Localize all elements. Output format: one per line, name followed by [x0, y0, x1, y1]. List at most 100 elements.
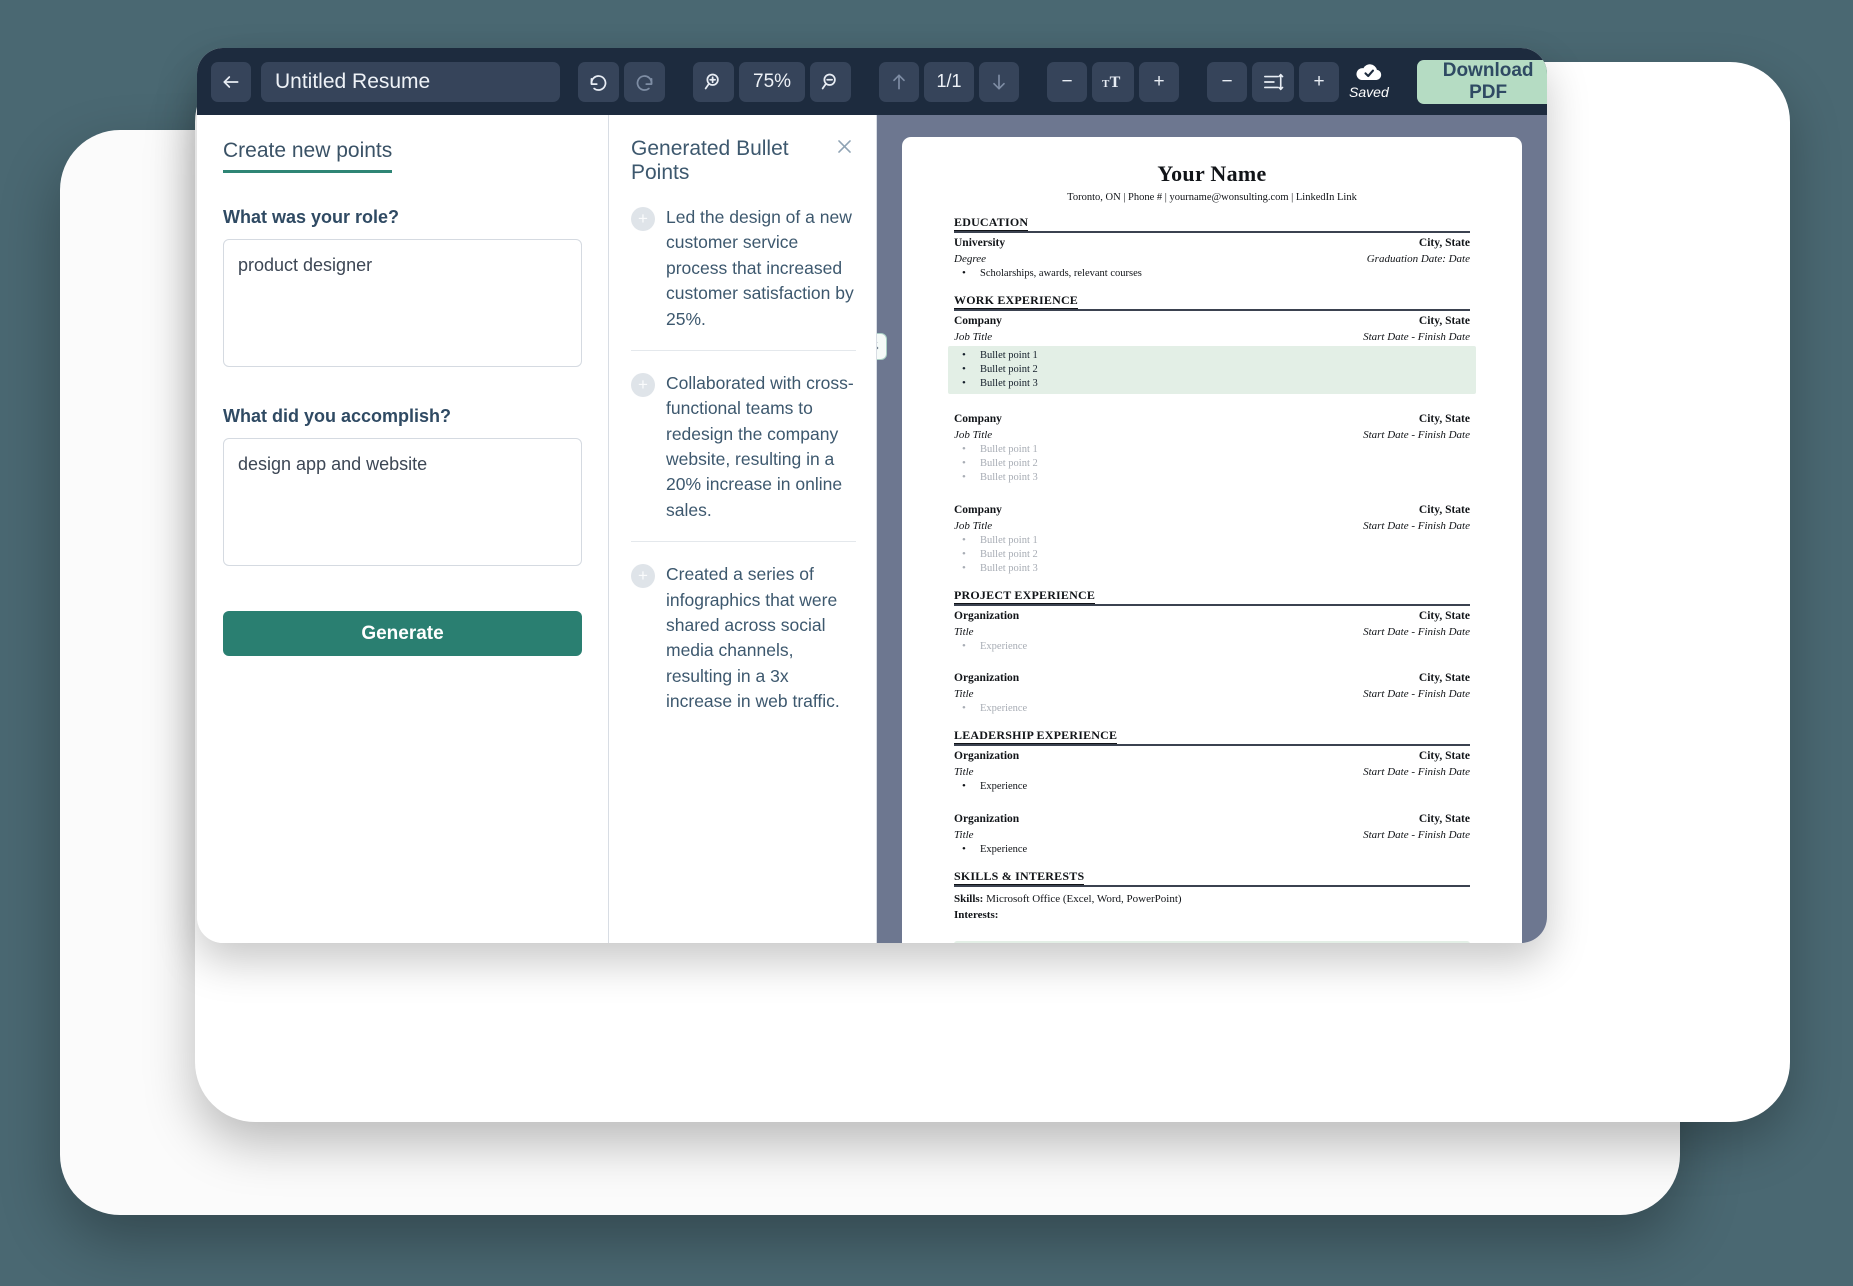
- work-row-1b: Job Title Start Date - Finish Date: [954, 331, 1470, 343]
- leadership-org: Organization: [954, 750, 1020, 763]
- education-row-1: University City, State: [954, 237, 1470, 249]
- project-location: City, State: [1418, 672, 1470, 685]
- list-item[interactable]: + Created a series of infographics that …: [631, 542, 856, 732]
- work-bullet[interactable]: Bullet point 3: [954, 376, 1470, 391]
- resume-name: Your Name: [1157, 161, 1267, 186]
- section-heading-skills-text: SKILLS & INTERESTS: [954, 869, 1085, 886]
- undo-icon: [590, 75, 607, 91]
- add-bullet-icon[interactable]: +: [631, 207, 655, 231]
- sparkle-icon: [877, 341, 879, 350]
- editor-toolbar: 75% 1/1 −: [197, 48, 1547, 115]
- leadership-date: Start Date - Finish Date: [1363, 829, 1470, 842]
- accomplishment-question-label: What did you accomplish?: [223, 406, 452, 426]
- ai-sparkle-button[interactable]: [877, 333, 887, 360]
- work-company: Company: [954, 413, 1002, 426]
- work-bullet[interactable]: Bullet point 1: [954, 348, 1470, 363]
- work-bullet[interactable]: Bullet point 2: [954, 547, 1470, 562]
- close-panel-button[interactable]: [833, 137, 856, 156]
- accomplishment-input[interactable]: [223, 438, 582, 566]
- project-bullets[interactable]: Experience: [954, 701, 1470, 716]
- project-bullets[interactable]: Experience: [954, 639, 1470, 654]
- work-bullet[interactable]: Bullet point 2: [954, 362, 1470, 377]
- work-company: Company: [954, 504, 1002, 517]
- document-title-input[interactable]: [261, 61, 560, 102]
- tab-create-new-points[interactable]: Create new points: [223, 139, 393, 173]
- leadership-title: Title: [954, 829, 974, 842]
- work-bullet[interactable]: Bullet point 2: [954, 456, 1470, 471]
- bullet-text: Led the design of a new customer service…: [666, 207, 854, 329]
- generate-button[interactable]: Generate: [223, 611, 582, 656]
- zoom-out-button[interactable]: [810, 61, 852, 102]
- arrow-left-icon: [223, 75, 239, 88]
- redo-button[interactable]: [624, 61, 665, 102]
- work-date: Start Date - Finish Date: [1363, 330, 1470, 343]
- font-size-decrease-button[interactable]: −: [1047, 61, 1088, 102]
- resume-document[interactable]: Your Name Toronto, ON | Phone # | yourna…: [877, 137, 1522, 943]
- page-down-button[interactable]: [979, 61, 1020, 102]
- add-bullet-icon[interactable]: +: [631, 564, 655, 589]
- project-date: Start Date - Finish Date: [1363, 625, 1470, 638]
- skills-line: Skills: Microsoft Office (Excel, Word, P…: [954, 892, 1470, 908]
- leadership-title: Title: [954, 766, 974, 779]
- undo-button[interactable]: [578, 61, 619, 102]
- project-bullet[interactable]: Experience: [954, 701, 1470, 716]
- leadership-bullet[interactable]: Experience: [954, 779, 1470, 794]
- skills-block[interactable]: Skills: Microsoft Office (Excel, Word, P…: [954, 892, 1470, 924]
- leadership-bullet[interactable]: Experience: [954, 842, 1470, 857]
- work-bullets-highlighted[interactable]: Bullet point 1 Bullet point 2 Bullet poi…: [948, 345, 1476, 395]
- line-spacing-decrease-button[interactable]: −: [1207, 61, 1248, 102]
- interests-line: Interests:: [954, 908, 1470, 924]
- leadership-bullets[interactable]: Experience: [954, 842, 1470, 857]
- section-heading-project: PROJECT EXPERIENCE: [954, 587, 1470, 606]
- education-degree: Degree: [954, 253, 986, 265]
- work-title: Job Title: [954, 520, 993, 533]
- page-up-button[interactable]: [879, 61, 920, 102]
- work-row-3b: Job Title Start Date - Finish Date: [954, 520, 1470, 532]
- education-bullets: Scholarships, awards, relevant courses: [954, 266, 1470, 281]
- work-location: City, State: [1418, 314, 1470, 327]
- app-window: 75% 1/1 −: [197, 48, 1547, 943]
- list-item[interactable]: + Collaborated with cross-functional tea…: [631, 351, 856, 543]
- leadership-bullets[interactable]: Experience: [954, 779, 1470, 794]
- text-size-icon: T T: [1102, 74, 1121, 91]
- list-item[interactable]: + Led the design of a new customer servi…: [631, 185, 856, 351]
- role-input[interactable]: [223, 239, 582, 367]
- work-bullet[interactable]: Bullet point 1: [954, 533, 1470, 548]
- back-button[interactable]: [211, 61, 251, 102]
- work-row-2a: Company City, State: [954, 413, 1470, 425]
- work-location: City, State: [1418, 413, 1470, 426]
- zoom-in-button[interactable]: [693, 61, 734, 102]
- leadership-location: City, State: [1418, 813, 1470, 826]
- history-group: [578, 61, 665, 102]
- project-title: Title: [954, 688, 974, 701]
- work-bullets[interactable]: Bullet point 1 Bullet point 2 Bullet poi…: [954, 442, 1470, 485]
- project-bullet[interactable]: Experience: [954, 639, 1470, 654]
- project-date: Start Date - Finish Date: [1363, 688, 1470, 701]
- section-heading-leadership: LEADERSHIP EXPERIENCE: [954, 728, 1470, 747]
- interests-label: Interests:: [954, 908, 999, 921]
- add-section-button[interactable]: + ADD SECTION: [954, 940, 1470, 943]
- work-bullet[interactable]: Bullet point 3: [954, 561, 1470, 576]
- work-date: Start Date - Finish Date: [1363, 429, 1470, 442]
- education-bullet: Scholarships, awards, relevant courses: [954, 266, 1470, 281]
- work-row-2b: Job Title Start Date - Finish Date: [954, 429, 1470, 441]
- zoom-level-value[interactable]: 75%: [739, 61, 806, 102]
- work-bullets[interactable]: Bullet point 1 Bullet point 2 Bullet poi…: [954, 533, 1470, 576]
- font-size-group: − T T +: [1047, 61, 1180, 102]
- download-pdf-button[interactable]: Download PDF: [1416, 59, 1547, 104]
- font-size-button[interactable]: T T: [1092, 61, 1135, 102]
- work-bullet[interactable]: Bullet point 3: [954, 470, 1470, 485]
- line-spacing-increase-button[interactable]: +: [1299, 61, 1340, 102]
- work-company: Company: [954, 314, 1002, 327]
- work-title: Job Title: [954, 330, 993, 343]
- work-bullet[interactable]: Bullet point 1: [954, 442, 1470, 457]
- section-heading-project-text: PROJECT EXPERIENCE: [954, 587, 1096, 604]
- add-bullet-icon[interactable]: +: [631, 372, 655, 397]
- font-size-increase-button[interactable]: +: [1139, 61, 1180, 102]
- section-heading-work-text: WORK EXPERIENCE: [954, 292, 1079, 309]
- project-row-2a: Organization City, State: [954, 672, 1470, 684]
- line-spacing-button[interactable]: [1252, 61, 1295, 102]
- create-points-panel: Create new points What was your role? Wh…: [197, 115, 609, 943]
